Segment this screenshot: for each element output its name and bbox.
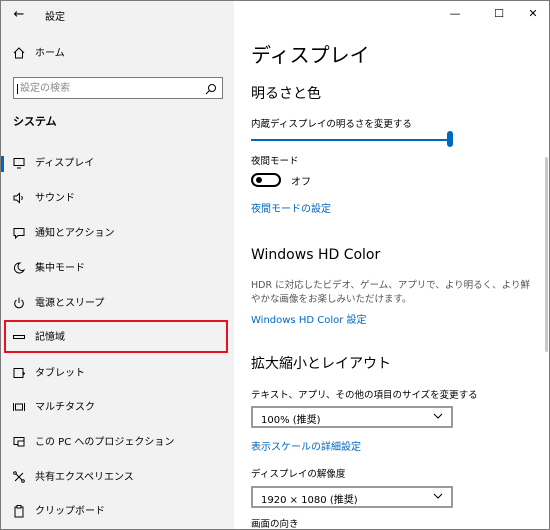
sidebar-item-label: クリップボード (35, 506, 105, 517)
chevron-down-icon (432, 410, 444, 424)
close-icon[interactable]: ✕ (523, 5, 543, 23)
hd-color-settings-link[interactable]: Windows HD Color 設定 (251, 311, 367, 326)
sidebar-item-label: 共有エクスペリエンス (35, 472, 134, 483)
brightness-heading: 明るさと色 (251, 86, 321, 102)
resolution-label: ディスプレイの解像度 (251, 469, 346, 480)
window-controls: — ☐ ✕ (409, 1, 549, 29)
active-indicator (1, 156, 4, 172)
text-cursor (17, 84, 18, 94)
night-light-toggle[interactable] (251, 173, 281, 187)
search-icon[interactable] (204, 81, 218, 95)
sidebar-item-label: 通知とアクション (35, 228, 115, 239)
main-content: — ☐ ✕ ディスプレイ 明るさと色 内蔵ディスプレイの明るさを変更する 夜間モ… (234, 1, 549, 529)
title-bar: ← 設定 (1, 1, 234, 29)
multitask-icon (11, 400, 27, 416)
scale-select[interactable]: 100% (推奨) (251, 406, 453, 428)
sidebar-item-display[interactable]: ディスプレイ (1, 148, 234, 180)
resolution-select[interactable]: 1920 × 1080 (推奨) (251, 486, 453, 508)
scale-select-value: 100% (推奨) (261, 415, 321, 426)
minimize-icon[interactable]: — (445, 5, 465, 23)
brightness-slider-track[interactable] (251, 139, 451, 141)
sidebar-item-focus[interactable]: 集中モード (1, 253, 234, 285)
sidebar-item-label: この PC へのプロジェクション (35, 437, 175, 448)
chevron-down-icon (432, 490, 444, 504)
clipboard-icon (11, 504, 27, 520)
sidebar-item-label: タブレット (35, 368, 85, 379)
speaker-icon (11, 191, 27, 207)
power-icon (11, 296, 27, 312)
sidebar-item-power[interactable]: 電源とスリープ (1, 288, 234, 320)
sidebar-item-projection[interactable]: この PC へのプロジェクション (1, 427, 234, 459)
home-icon (11, 46, 27, 62)
sidebar: ← 設定 ホーム システム ディスプレイ (1, 1, 234, 529)
projection-icon (11, 435, 27, 451)
night-light-state: オフ (291, 177, 311, 188)
sidebar-item-label: サウンド (35, 193, 75, 204)
sidebar-item-sound[interactable]: サウンド (1, 183, 234, 215)
scale-layout-heading: 拡大縮小とレイアウト (251, 356, 391, 372)
page-title: ディスプレイ (251, 43, 370, 67)
monitor-icon (11, 156, 27, 172)
sidebar-item-clipboard[interactable]: クリップボード (1, 496, 234, 528)
section-heading: システム (13, 115, 57, 128)
hd-color-heading: Windows HD Color (251, 247, 381, 263)
search-box[interactable] (13, 77, 223, 99)
settings-window: ← 設定 ホーム システム ディスプレイ (0, 0, 550, 530)
shared-experience-icon (11, 470, 27, 486)
brightness-slider-thumb[interactable] (447, 131, 453, 147)
sidebar-item-label: ホーム (35, 48, 65, 59)
brightness-slider-label: 内蔵ディスプレイの明るさを変更する (251, 119, 412, 130)
sidebar-item-tablet[interactable]: タブレット (1, 358, 234, 390)
advanced-scaling-link[interactable]: 表示スケールの詳細設定 (251, 438, 361, 453)
scale-label: テキスト、アプリ、その他の項目のサイズを変更する (251, 390, 478, 401)
resolution-select-value: 1920 × 1080 (推奨) (261, 495, 358, 506)
app-title: 設定 (45, 12, 65, 23)
tablet-icon (11, 366, 27, 382)
search-input[interactable] (20, 78, 200, 98)
moon-icon (11, 261, 27, 277)
hd-color-description: HDR に対応したビデオ、ゲーム、アプリで、より明るく、より鮮やかな画像をお楽し… (251, 280, 530, 305)
back-arrow-icon[interactable]: ← (9, 5, 29, 25)
highlight-box (4, 320, 228, 353)
sidebar-item-label: 集中モード (35, 263, 85, 274)
night-light-label: 夜間モード (251, 156, 299, 167)
notification-icon (11, 226, 27, 242)
sidebar-item-label: 電源とスリープ (35, 298, 105, 309)
sidebar-item-multitask[interactable]: マルチタスク (1, 392, 234, 424)
sidebar-item-label: ディスプレイ (35, 158, 95, 169)
sidebar-item-home[interactable]: ホーム (1, 41, 234, 67)
sidebar-item-shared-experiences[interactable]: 共有エクスペリエンス (1, 462, 234, 494)
orientation-label: 画面の向き (251, 519, 299, 530)
toggle-knob (256, 177, 262, 183)
maximize-icon[interactable]: ☐ (489, 5, 509, 23)
night-light-settings-link[interactable]: 夜間モードの設定 (251, 200, 331, 215)
sidebar-item-label: マルチタスク (35, 402, 95, 413)
scrollbar[interactable] (543, 29, 549, 529)
sidebar-item-notifications[interactable]: 通知とアクション (1, 218, 234, 250)
scrollbar-thumb[interactable] (545, 157, 548, 352)
